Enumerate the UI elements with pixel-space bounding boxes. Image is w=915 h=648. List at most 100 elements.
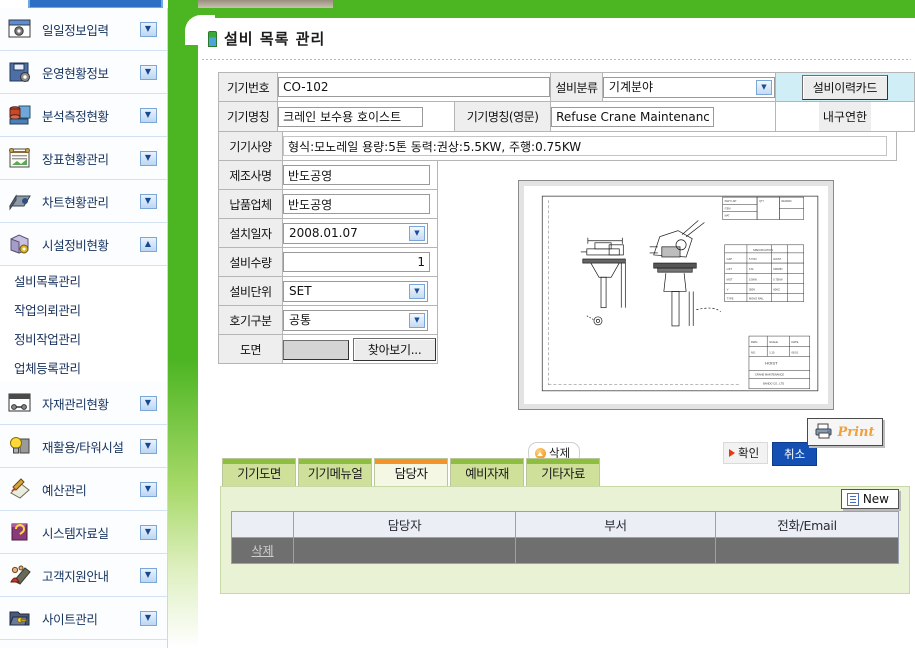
chevron-down-icon[interactable]: ▼ <box>135 21 161 37</box>
sidebar-item-daily-input[interactable]: 일일정보입력 ▼ <box>0 8 167 51</box>
svg-text:QTY: QTY <box>759 200 764 203</box>
cell-person[interactable] <box>293 537 516 564</box>
chevron-down-icon[interactable]: ▼ <box>135 438 161 454</box>
category-select[interactable]: 기계분야 ▼ <box>602 76 775 98</box>
document-chart-icon <box>0 146 40 170</box>
svg-text:PART LIST: PART LIST <box>725 200 737 203</box>
cancel-button-label: 취소 <box>784 447 806 461</box>
unit-select[interactable]: SET ▼ <box>283 280 428 302</box>
confirm-button[interactable]: 확인 <box>723 442 769 464</box>
svg-text:SCALE: SCALE <box>769 340 778 344</box>
row-delete-cell[interactable]: 삭제 <box>231 537 294 564</box>
chevron-glyph: ▼ <box>139 21 157 37</box>
label-category: 설비분류 <box>550 72 603 102</box>
main-content: 설비 목록 관리 기기번호 설비분류 기계분야 ▼ <box>198 18 915 648</box>
quantity-input[interactable] <box>283 252 430 272</box>
maker-input[interactable] <box>283 165 430 185</box>
chevron-down-icon[interactable]: ▼ <box>135 395 161 411</box>
sidebar-item-test[interactable]: 테스트 ▼ <box>0 640 167 648</box>
row-delete-link[interactable]: 삭제 <box>251 544 273 558</box>
drawing-image: PART LIST ITEM MAT QTY REMARK SPECIFICAT… <box>524 186 828 404</box>
chevron-down-icon[interactable]: ▼ <box>135 150 161 166</box>
svg-text:V: V <box>727 287 729 291</box>
label-type: 호기구분 <box>218 305 283 335</box>
sidebar-item-label: 자재관리현황 <box>42 396 109 412</box>
sidebar-item-recycle-tower[interactable]: 재활용/타워시설 ▼ <box>0 425 167 468</box>
chevron-down-icon[interactable]: ▼ <box>135 567 161 583</box>
chevron-down-icon[interactable]: ▼ <box>135 610 161 626</box>
sidebar-item-budget[interactable]: 예산관리 ▼ <box>0 468 167 511</box>
confirm-button-label: 확인 <box>738 446 760 460</box>
svg-text:0.75KW: 0.75KW <box>773 277 783 281</box>
chevron-glyph: ▼ <box>139 64 157 80</box>
supplier-input[interactable] <box>283 194 430 214</box>
cell-contact[interactable] <box>715 537 899 564</box>
window-gear-icon <box>0 17 40 41</box>
header-photo-strip <box>198 0 333 8</box>
folder-chart-icon <box>0 189 40 213</box>
cell-department[interactable] <box>515 537 716 564</box>
sidebar-subitem-work-request[interactable]: 작업의뢰관리 <box>0 295 167 324</box>
sidebar-item-label: 장표현황관리 <box>42 151 109 167</box>
install-date-value: 2008.01.07 <box>289 225 358 240</box>
sidebar-item-label: 운영현황정보 <box>42 65 109 81</box>
bookmark-icon <box>208 30 217 47</box>
cell-equipment-name-en <box>550 101 776 132</box>
tab-manual[interactable]: 기기메뉴얼 <box>298 458 372 486</box>
sidebar-item-site-management[interactable]: 사이트관리 ▼ <box>0 597 167 640</box>
sidebar-item-material-status[interactable]: 자재관리현황 ▼ <box>0 382 167 425</box>
sidebar-item-operation-status[interactable]: 운영현황정보 ▼ <box>0 51 167 94</box>
chevron-glyph: ▼ <box>139 395 157 411</box>
cell-install-date: 2008.01.07 ▼ <box>282 218 438 248</box>
file-path-field[interactable] <box>283 340 349 360</box>
svg-text:SPECIFICATION: SPECIFICATION <box>753 248 773 252</box>
install-date-select[interactable]: 2008.01.07 ▼ <box>283 222 428 244</box>
drawing-preview[interactable]: PART LIST ITEM MAT QTY REMARK SPECIFICAT… <box>518 180 834 410</box>
panel-toolbar: New <box>221 487 909 511</box>
equipment-form-table: 기기번호 설비분류 기계분야 ▼ 설비이력카드 <box>217 72 915 132</box>
svg-text:5.5KW: 5.5KW <box>749 277 757 281</box>
chevron-down-icon[interactable]: ▼ <box>135 481 161 497</box>
chevron-down-icon[interactable]: ▼ <box>135 193 161 209</box>
history-card-button[interactable]: 설비이력카드 <box>801 74 889 100</box>
svg-text:DWG: DWG <box>751 340 757 344</box>
sidebar-subitem-equipment-list[interactable]: 설비목록관리 <box>0 266 167 295</box>
label-unit: 설비단위 <box>218 276 283 306</box>
sidebar-item-report-status[interactable]: 장표현황관리 ▼ <box>0 137 167 180</box>
sidebar-item-customer-support[interactable]: 고객지원안내 ▼ <box>0 554 167 597</box>
browse-button[interactable]: 찾아보기... <box>352 337 437 361</box>
sidebar-item-facility-maintenance[interactable]: 시설정비현황 ▲ <box>0 223 167 266</box>
database-icon <box>0 103 40 127</box>
print-button[interactable]: Print <box>807 418 883 446</box>
svg-text:HOIST: HOIST <box>773 257 781 261</box>
new-button[interactable]: New <box>840 489 899 509</box>
type-select-value: 공통 <box>289 312 312 327</box>
tab-other-data[interactable]: 기타자료 <box>526 458 600 486</box>
chevron-down-icon[interactable]: ▼ <box>135 64 161 80</box>
sidebar-item-system-library[interactable]: 시스템자료실 ▼ <box>0 511 167 554</box>
spec-input[interactable] <box>283 136 887 156</box>
chevron-down-icon[interactable]: ▼ <box>135 107 161 123</box>
tab-drawings[interactable]: 기기도면 <box>222 458 296 486</box>
equipment-name-input[interactable] <box>278 106 424 127</box>
chevron-down-icon[interactable]: ▼ <box>135 524 161 540</box>
chevron-down-icon: ▼ <box>755 79 772 95</box>
tab-person-in-charge[interactable]: 담당자 <box>374 458 448 486</box>
sidebar-item-label: 사이트관리 <box>42 611 98 627</box>
svg-text:CRANE MAINTENANCE: CRANE MAINTENANCE <box>755 373 784 377</box>
cell-lifespan: 내구연한 <box>774 101 915 132</box>
sidebar-item-analysis-measure[interactable]: 분석측정현황 ▼ <box>0 94 167 137</box>
chevron-glyph: ▲ <box>139 236 157 252</box>
chevron-glyph: ▼ <box>139 150 157 166</box>
sidebar-subitem-maintenance-work[interactable]: 정비작업관리 <box>0 324 167 353</box>
chevron-up-icon[interactable]: ▲ <box>135 236 161 252</box>
folder-key-icon <box>0 606 40 630</box>
sidebar-subitem-vendor-registration[interactable]: 업체등록관리 <box>0 353 167 382</box>
tab-spare-parts[interactable]: 예비자재 <box>450 458 524 486</box>
equipment-number-input[interactable] <box>278 77 551 97</box>
cell-maker <box>282 160 438 190</box>
type-select[interactable]: 공통 ▼ <box>283 309 428 331</box>
table-row[interactable]: 삭제 <box>231 537 899 564</box>
sidebar-item-chart-status[interactable]: 차트현황관리 ▼ <box>0 180 167 223</box>
equipment-name-en-input[interactable] <box>551 106 715 127</box>
